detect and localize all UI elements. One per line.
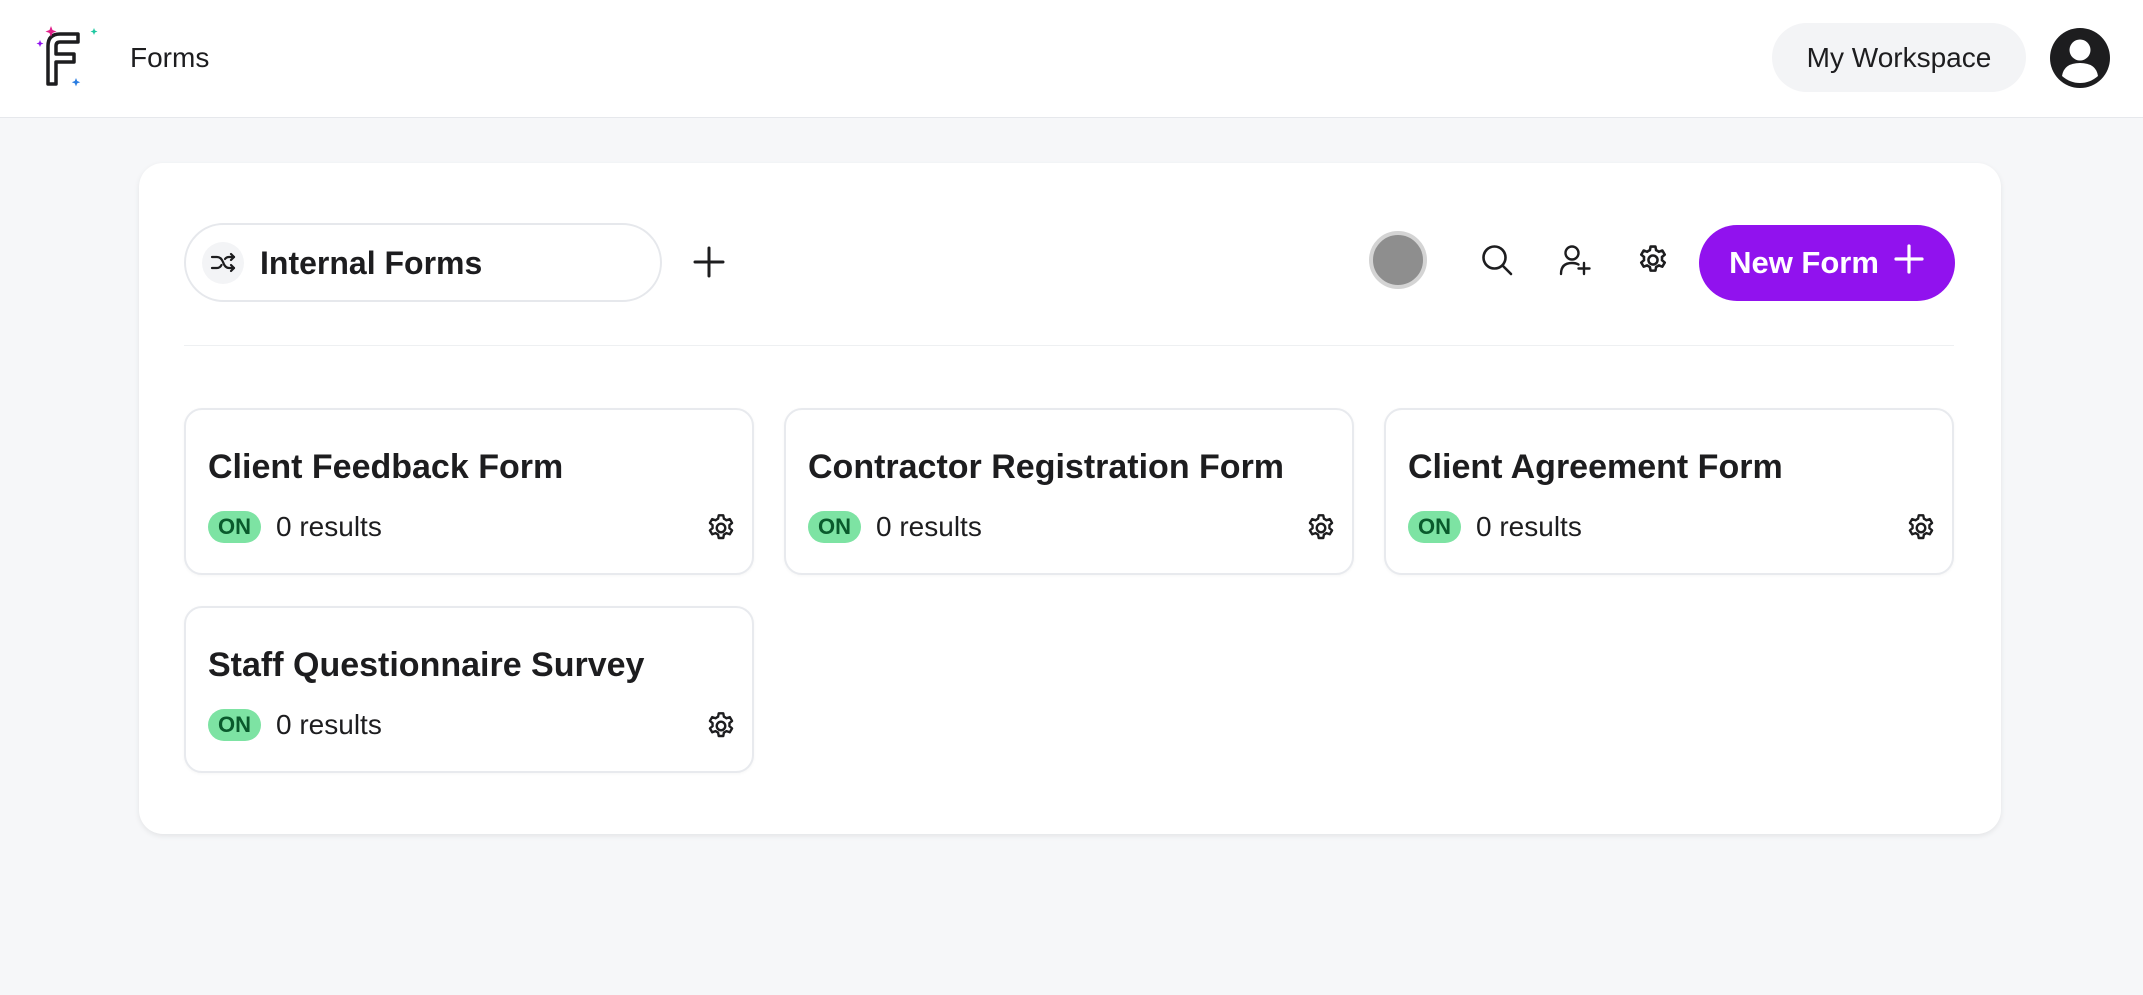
results-count: 0 results (876, 511, 982, 542)
add-folder-button[interactable] (679, 233, 739, 293)
form-title[interactable]: Client Feedback Form (208, 446, 563, 488)
form-card[interactable]: Client Feedback Form ON 0 results (184, 408, 754, 575)
add-user-icon (1558, 243, 1592, 280)
invite-user-button[interactable] (1549, 235, 1601, 287)
form-settings-button[interactable] (704, 710, 738, 744)
gear-icon (705, 512, 737, 547)
results-count: 0 results (276, 511, 382, 542)
form-settings-button[interactable] (1904, 512, 1938, 546)
gear-icon (1305, 512, 1337, 547)
status-badge: ON (1408, 511, 1461, 543)
gear-icon (705, 710, 737, 745)
plus-icon (691, 244, 727, 283)
app-title: Forms (130, 42, 210, 73)
search-button[interactable] (1471, 235, 1523, 287)
toolbar-divider (184, 345, 1954, 346)
status-badge: ON (808, 511, 861, 543)
forms-panel: Internal Forms New Form Client Feedback … (139, 163, 2001, 834)
shuffle-icon[interactable] (202, 242, 244, 284)
new-form-button[interactable]: New Form (1699, 225, 1955, 301)
form-settings-button[interactable] (704, 512, 738, 546)
status-badge: ON (208, 709, 261, 741)
user-avatar-icon[interactable] (2049, 27, 2111, 89)
results-count: 0 results (276, 709, 382, 740)
new-form-label: New Form (1729, 245, 1879, 280)
settings-button[interactable] (1627, 235, 1679, 287)
form-card[interactable]: Staff Questionnaire Survey ON 0 results (184, 606, 754, 773)
results-count: 0 results (1476, 511, 1582, 542)
folder-selector[interactable]: Internal Forms (184, 223, 662, 302)
form-settings-button[interactable] (1304, 512, 1338, 546)
folder-name: Internal Forms (260, 245, 483, 281)
form-card[interactable]: Client Agreement Form ON 0 results (1384, 408, 1954, 575)
form-card[interactable]: Contractor Registration Form ON 0 result… (784, 408, 1354, 575)
forms-logo-icon[interactable] (34, 22, 102, 92)
status-indicator (1369, 231, 1427, 289)
gear-icon (1905, 512, 1937, 547)
workspace-button[interactable]: My Workspace (1772, 23, 2026, 92)
top-bar: Forms My Workspace (0, 0, 2143, 118)
plus-icon (1893, 243, 1925, 283)
search-icon (1480, 243, 1514, 280)
form-title[interactable]: Client Agreement Form (1408, 446, 1783, 488)
form-title[interactable]: Contractor Registration Form (808, 446, 1284, 488)
status-badge: ON (208, 511, 261, 543)
gear-icon (1636, 243, 1670, 280)
form-title[interactable]: Staff Questionnaire Survey (208, 644, 644, 686)
